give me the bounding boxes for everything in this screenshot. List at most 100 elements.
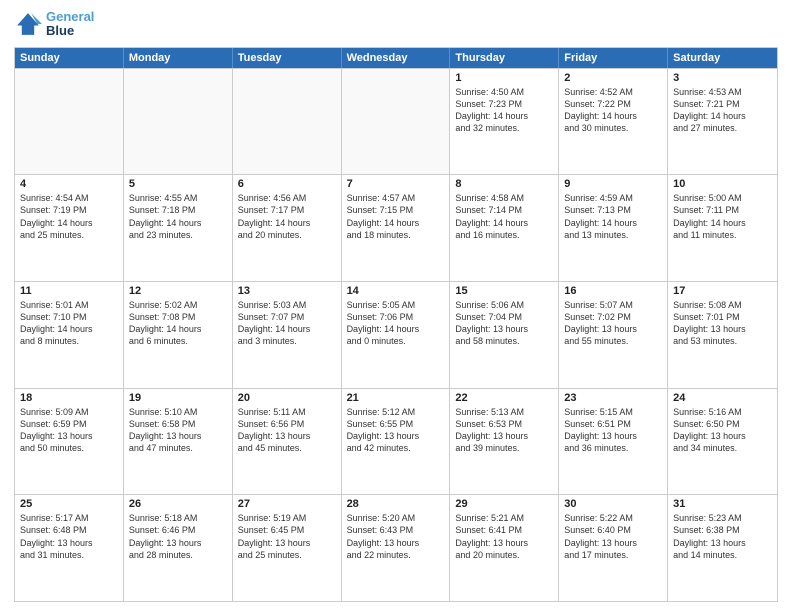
calendar-cell bbox=[124, 69, 233, 175]
cell-info: Sunrise: 4:56 AMSunset: 7:17 PMDaylight:… bbox=[238, 192, 336, 241]
day-number: 13 bbox=[238, 285, 336, 297]
calendar-cell: 30 Sunrise: 5:22 AMSunset: 6:40 PMDayligh… bbox=[559, 495, 668, 601]
day-number: 19 bbox=[129, 392, 227, 404]
calendar-week-3: 11 Sunrise: 5:01 AMSunset: 7:10 PMDayligh… bbox=[15, 281, 777, 388]
calendar-cell: 6 Sunrise: 4:56 AMSunset: 7:17 PMDaylight… bbox=[233, 175, 342, 281]
day-number: 29 bbox=[455, 498, 553, 510]
header-day-friday: Friday bbox=[559, 48, 668, 68]
calendar-cell: 18 Sunrise: 5:09 AMSunset: 6:59 PMDayligh… bbox=[15, 389, 124, 495]
header-day-thursday: Thursday bbox=[450, 48, 559, 68]
day-number: 26 bbox=[129, 498, 227, 510]
day-number: 16 bbox=[564, 285, 662, 297]
calendar-cell: 20 Sunrise: 5:11 AMSunset: 6:56 PMDayligh… bbox=[233, 389, 342, 495]
calendar-cell: 21 Sunrise: 5:12 AMSunset: 6:55 PMDayligh… bbox=[342, 389, 451, 495]
calendar-cell: 2 Sunrise: 4:52 AMSunset: 7:22 PMDaylight… bbox=[559, 69, 668, 175]
calendar-cell: 15 Sunrise: 5:06 AMSunset: 7:04 PMDayligh… bbox=[450, 282, 559, 388]
cell-info: Sunrise: 5:10 AMSunset: 6:58 PMDaylight:… bbox=[129, 406, 227, 455]
day-number: 31 bbox=[673, 498, 772, 510]
cell-info: Sunrise: 5:05 AMSunset: 7:06 PMDaylight:… bbox=[347, 299, 445, 348]
calendar-cell: 14 Sunrise: 5:05 AMSunset: 7:06 PMDayligh… bbox=[342, 282, 451, 388]
cell-info: Sunrise: 5:03 AMSunset: 7:07 PMDaylight:… bbox=[238, 299, 336, 348]
header: General Blue bbox=[14, 10, 778, 39]
day-number: 23 bbox=[564, 392, 662, 404]
cell-info: Sunrise: 5:00 AMSunset: 7:11 PMDaylight:… bbox=[673, 192, 772, 241]
cell-info: Sunrise: 5:11 AMSunset: 6:56 PMDaylight:… bbox=[238, 406, 336, 455]
cell-info: Sunrise: 5:13 AMSunset: 6:53 PMDaylight:… bbox=[455, 406, 553, 455]
day-number: 21 bbox=[347, 392, 445, 404]
calendar-cell: 12Sunrise: 5:02 AMSunset: 7:08 PMDayligh… bbox=[124, 282, 233, 388]
header-day-wednesday: Wednesday bbox=[342, 48, 451, 68]
cell-info: Sunrise: 5:02 AMSunset: 7:08 PMDaylight:… bbox=[129, 299, 227, 348]
calendar-cell: 16Sunrise: 5:07 AMSunset: 7:02 PMDayligh… bbox=[559, 282, 668, 388]
calendar-week-4: 18 Sunrise: 5:09 AMSunset: 6:59 PMDayligh… bbox=[15, 388, 777, 495]
day-number: 20 bbox=[238, 392, 336, 404]
calendar-cell: 8 Sunrise: 4:58 AMSunset: 7:14 PMDaylight… bbox=[450, 175, 559, 281]
day-number: 18 bbox=[20, 392, 118, 404]
cell-info: Sunrise: 4:50 AMSunset: 7:23 PMDaylight:… bbox=[455, 86, 553, 135]
cell-info: Sunrise: 5:17 AMSunset: 6:48 PMDaylight:… bbox=[20, 512, 118, 561]
cell-info: Sunrise: 4:58 AMSunset: 7:14 PMDaylight:… bbox=[455, 192, 553, 241]
calendar-week-2: 4 Sunrise: 4:54 AMSunset: 7:19 PMDaylight… bbox=[15, 174, 777, 281]
header-day-monday: Monday bbox=[124, 48, 233, 68]
day-number: 8 bbox=[455, 178, 553, 190]
calendar-cell: 31 Sunrise: 5:23 AMSunset: 6:38 PMDayligh… bbox=[668, 495, 777, 601]
calendar-cell: 23 Sunrise: 5:15 AMSunset: 6:51 PMDayligh… bbox=[559, 389, 668, 495]
calendar-cell: 5 Sunrise: 4:55 AMSunset: 7:18 PMDaylight… bbox=[124, 175, 233, 281]
cell-info: Sunrise: 5:09 AMSunset: 6:59 PMDaylight:… bbox=[20, 406, 118, 455]
calendar-cell: 13 Sunrise: 5:03 AMSunset: 7:07 PMDayligh… bbox=[233, 282, 342, 388]
calendar-body: 1Sunrise: 4:50 AMSunset: 7:23 PMDaylight… bbox=[15, 68, 777, 601]
calendar-cell: 27 Sunrise: 5:19 AMSunset: 6:45 PMDayligh… bbox=[233, 495, 342, 601]
cell-info: Sunrise: 4:53 AMSunset: 7:21 PMDaylight:… bbox=[673, 86, 772, 135]
day-number: 5 bbox=[129, 178, 227, 190]
cell-info: Sunrise: 4:52 AMSunset: 7:22 PMDaylight:… bbox=[564, 86, 662, 135]
calendar-cell: 25 Sunrise: 5:17 AMSunset: 6:48 PMDayligh… bbox=[15, 495, 124, 601]
cell-info: Sunrise: 4:54 AMSunset: 7:19 PMDaylight:… bbox=[20, 192, 118, 241]
cell-info: Sunrise: 4:57 AMSunset: 7:15 PMDaylight:… bbox=[347, 192, 445, 241]
calendar-cell: 11 Sunrise: 5:01 AMSunset: 7:10 PMDayligh… bbox=[15, 282, 124, 388]
logo-text: General Blue bbox=[46, 10, 94, 39]
calendar-cell: 10Sunrise: 5:00 AMSunset: 7:11 PMDayligh… bbox=[668, 175, 777, 281]
day-number: 30 bbox=[564, 498, 662, 510]
calendar-cell: 19 Sunrise: 5:10 AMSunset: 6:58 PMDayligh… bbox=[124, 389, 233, 495]
cell-info: Sunrise: 4:55 AMSunset: 7:18 PMDaylight:… bbox=[129, 192, 227, 241]
cell-info: Sunrise: 5:15 AMSunset: 6:51 PMDaylight:… bbox=[564, 406, 662, 455]
calendar-cell: 22 Sunrise: 5:13 AMSunset: 6:53 PMDayligh… bbox=[450, 389, 559, 495]
header-day-saturday: Saturday bbox=[668, 48, 777, 68]
day-number: 27 bbox=[238, 498, 336, 510]
cell-info: Sunrise: 5:06 AMSunset: 7:04 PMDaylight:… bbox=[455, 299, 553, 348]
calendar-cell bbox=[342, 69, 451, 175]
day-number: 11 bbox=[20, 285, 118, 297]
calendar-cell: 1Sunrise: 4:50 AMSunset: 7:23 PMDaylight… bbox=[450, 69, 559, 175]
day-number: 28 bbox=[347, 498, 445, 510]
calendar-header: SundayMondayTuesdayWednesdayThursdayFrid… bbox=[15, 48, 777, 68]
day-number: 9 bbox=[564, 178, 662, 190]
calendar-cell: 26 Sunrise: 5:18 AMSunset: 6:46 PMDayligh… bbox=[124, 495, 233, 601]
day-number: 2 bbox=[564, 72, 662, 84]
day-number: 15 bbox=[455, 285, 553, 297]
cell-info: Sunrise: 5:16 AMSunset: 6:50 PMDaylight:… bbox=[673, 406, 772, 455]
calendar-cell: 4 Sunrise: 4:54 AMSunset: 7:19 PMDaylight… bbox=[15, 175, 124, 281]
day-number: 22 bbox=[455, 392, 553, 404]
cell-info: Sunrise: 5:23 AMSunset: 6:38 PMDaylight:… bbox=[673, 512, 772, 561]
cell-info: Sunrise: 5:21 AMSunset: 6:41 PMDaylight:… bbox=[455, 512, 553, 561]
calendar-week-1: 1Sunrise: 4:50 AMSunset: 7:23 PMDaylight… bbox=[15, 68, 777, 175]
cell-info: Sunrise: 4:59 AMSunset: 7:13 PMDaylight:… bbox=[564, 192, 662, 241]
cell-info: Sunrise: 5:19 AMSunset: 6:45 PMDaylight:… bbox=[238, 512, 336, 561]
calendar-cell: 28Sunrise: 5:20 AMSunset: 6:43 PMDayligh… bbox=[342, 495, 451, 601]
cell-info: Sunrise: 5:12 AMSunset: 6:55 PMDaylight:… bbox=[347, 406, 445, 455]
calendar-week-5: 25 Sunrise: 5:17 AMSunset: 6:48 PMDayligh… bbox=[15, 494, 777, 601]
day-number: 4 bbox=[20, 178, 118, 190]
page: General Blue SundayMondayTuesdayWednesda… bbox=[0, 0, 792, 612]
header-day-sunday: Sunday bbox=[15, 48, 124, 68]
day-number: 25 bbox=[20, 498, 118, 510]
cell-info: Sunrise: 5:18 AMSunset: 6:46 PMDaylight:… bbox=[129, 512, 227, 561]
day-number: 14 bbox=[347, 285, 445, 297]
logo-icon bbox=[14, 10, 42, 38]
cell-info: Sunrise: 5:22 AMSunset: 6:40 PMDaylight:… bbox=[564, 512, 662, 561]
calendar-cell: 24Sunrise: 5:16 AMSunset: 6:50 PMDayligh… bbox=[668, 389, 777, 495]
cell-info: Sunrise: 5:01 AMSunset: 7:10 PMDaylight:… bbox=[20, 299, 118, 348]
day-number: 17 bbox=[673, 285, 772, 297]
cell-info: Sunrise: 5:08 AMSunset: 7:01 PMDaylight:… bbox=[673, 299, 772, 348]
day-number: 7 bbox=[347, 178, 445, 190]
day-number: 6 bbox=[238, 178, 336, 190]
